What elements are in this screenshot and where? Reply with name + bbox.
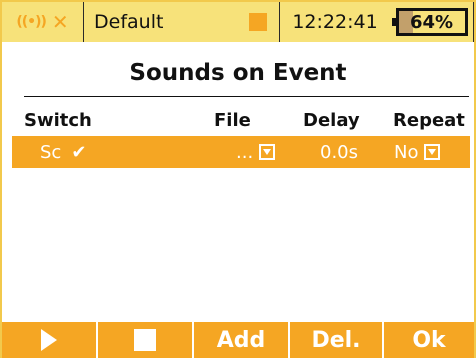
file-cell[interactable]: ... (236, 136, 276, 168)
column-header-switch: Switch (24, 110, 92, 131)
battery-icon: 64% (391, 8, 468, 36)
stop-icon (134, 329, 156, 351)
battery-cell: 64% (390, 2, 474, 42)
add-button[interactable]: Add (192, 322, 288, 358)
delete-button[interactable]: Del. (288, 322, 382, 358)
status-bar: ((•)) ✕ Default 12:22:41 64% (2, 2, 474, 42)
file-value: ... (236, 141, 254, 163)
column-header-delay: Delay (303, 110, 360, 131)
model-name: Default (94, 11, 164, 33)
model-indicator-square (249, 13, 267, 31)
battery-percent: 64% (409, 11, 454, 33)
switch-cell[interactable]: Sc ✔ (40, 136, 86, 168)
repeat-dropdown-icon[interactable] (424, 144, 441, 160)
sounds-on-event-screen: ((•)) ✕ Default 12:22:41 64% Sounds on E… (0, 0, 476, 358)
repeat-cell[interactable]: No (394, 136, 441, 168)
table-row[interactable]: Sc ✔ ... 0.0s No (12, 136, 470, 168)
clock-time: 12:22:41 (292, 11, 378, 33)
model-name-cell[interactable]: Default (84, 2, 280, 42)
column-header-file: File (214, 110, 251, 131)
page-title: Sounds on Event (129, 60, 347, 86)
switch-value: Sc (40, 141, 62, 163)
clock-cell: 12:22:41 (280, 2, 390, 42)
no-signal-x-icon: ✕ (51, 10, 69, 34)
bottom-button-bar: Add Del. Ok (2, 322, 474, 358)
title-underline (24, 96, 469, 97)
check-icon: ✔ (71, 141, 87, 163)
delay-value: 0.0s (320, 141, 359, 163)
stop-button[interactable] (96, 322, 192, 358)
file-dropdown-icon[interactable] (259, 144, 276, 160)
column-header-repeat: Repeat (393, 110, 465, 131)
ok-button[interactable]: Ok (382, 322, 474, 358)
signal-status: ((•)) ✕ (2, 2, 84, 42)
play-icon (41, 329, 57, 351)
delay-cell[interactable]: 0.0s (320, 136, 358, 168)
antenna-signal-icon: ((•)) (16, 14, 47, 30)
battery-terminal (391, 18, 396, 26)
play-button[interactable] (2, 322, 96, 358)
repeat-value: No (394, 141, 419, 163)
